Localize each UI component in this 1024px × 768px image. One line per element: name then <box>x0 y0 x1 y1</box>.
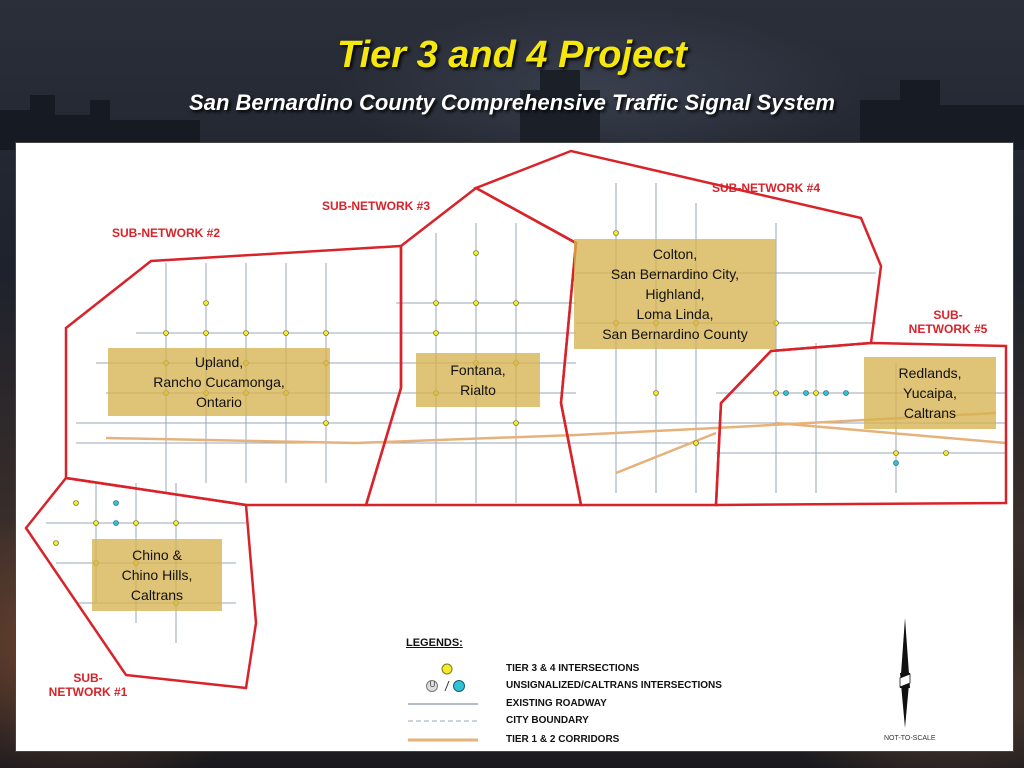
subnetwork-2-label-text: SUB-NETWORK #2 <box>111 226 220 240</box>
area-label-upland: Upland, Rancho Cucamonga, Ontario <box>108 348 330 416</box>
north-arrow-icon <box>899 618 911 728</box>
area-label-line: Yucaipa, <box>903 385 957 401</box>
area-label-line: Upland, <box>194 354 244 370</box>
legend-item-tier-1-2: TIER 1 & 2 CORRIDORS <box>506 734 620 745</box>
legend-item-tier-3-4: TIER 3 & 4 INTERSECTIONS <box>506 663 640 674</box>
subnetwork-2-label: SUB-NETWORK #2 <box>96 226 236 240</box>
subnetwork-1-label-line: NETWORK #1 <box>48 685 128 699</box>
legend-item-existing-roadway: EXISTING ROADWAY <box>506 698 607 709</box>
area-label-line: Caltrans <box>903 405 957 421</box>
slide-title: Tier 3 and 4 Project <box>337 34 687 76</box>
map-panel: SUB- NETWORK #1 SUB-NETWORK #2 SUB-NETWO… <box>15 142 1014 752</box>
slide-subtitle: San Bernardino County Comprehensive Traf… <box>189 90 835 115</box>
area-label-line: Caltrans <box>130 587 184 603</box>
area-label-line: Fontana, <box>450 362 506 378</box>
subnetwork-3-label-text: SUB-NETWORK #3 <box>321 199 430 213</box>
scale-note: NOT-TO-SCALE <box>884 735 936 742</box>
area-label-fontana: Fontana, Rialto <box>416 353 540 407</box>
legend-item-city-boundary: CITY BOUNDARY <box>506 715 589 726</box>
area-label-redlands: Redlands, Yucaipa, Caltrans <box>864 357 996 429</box>
subnetwork-4-label-text: SUB-NETWORK #4 <box>711 181 820 195</box>
area-label-line: Rialto <box>460 382 496 398</box>
subnetwork-3-label: SUB-NETWORK #3 <box>306 199 446 213</box>
subnetwork-5-label-line: NETWORK #5 <box>908 322 988 336</box>
area-label-line: Highland, <box>645 286 705 302</box>
legend-item-unsignalized: UNSIGNALIZED/CALTRANS INTERSECTIONS <box>506 680 722 691</box>
area-label-line: Colton, <box>652 246 698 262</box>
subnetwork-4-label: SUB-NETWORK #4 <box>696 181 836 195</box>
area-label-line: Redlands, <box>898 365 962 381</box>
legend-symbols <box>408 663 478 742</box>
subnetwork-1-label: SUB- NETWORK #1 <box>38 671 138 699</box>
area-label-line: Chino Hills, <box>121 567 193 583</box>
area-label-line: San Bernardino County <box>602 326 748 342</box>
area-label-line: Chino & <box>132 547 182 563</box>
subnetwork-1-label-line: SUB- <box>73 671 103 685</box>
area-label-line: Rancho Cucamonga, <box>153 374 285 390</box>
area-label-line: Loma Linda, <box>636 306 714 322</box>
unsignalized-symbol-letter: U <box>429 680 436 689</box>
area-label-line: San Bernardino City, <box>610 266 740 282</box>
area-label-chino: Chino & Chino Hills, Caltrans <box>92 539 222 611</box>
legend-title: LEGENDS: <box>406 637 463 649</box>
area-label-line: Ontario <box>196 394 242 410</box>
subnetwork-5-label-line: SUB- <box>933 308 963 322</box>
area-label-colton: Colton, San Bernardino City, Highland, L… <box>574 239 776 349</box>
subnetwork-5-label: SUB- NETWORK #5 <box>898 308 998 336</box>
